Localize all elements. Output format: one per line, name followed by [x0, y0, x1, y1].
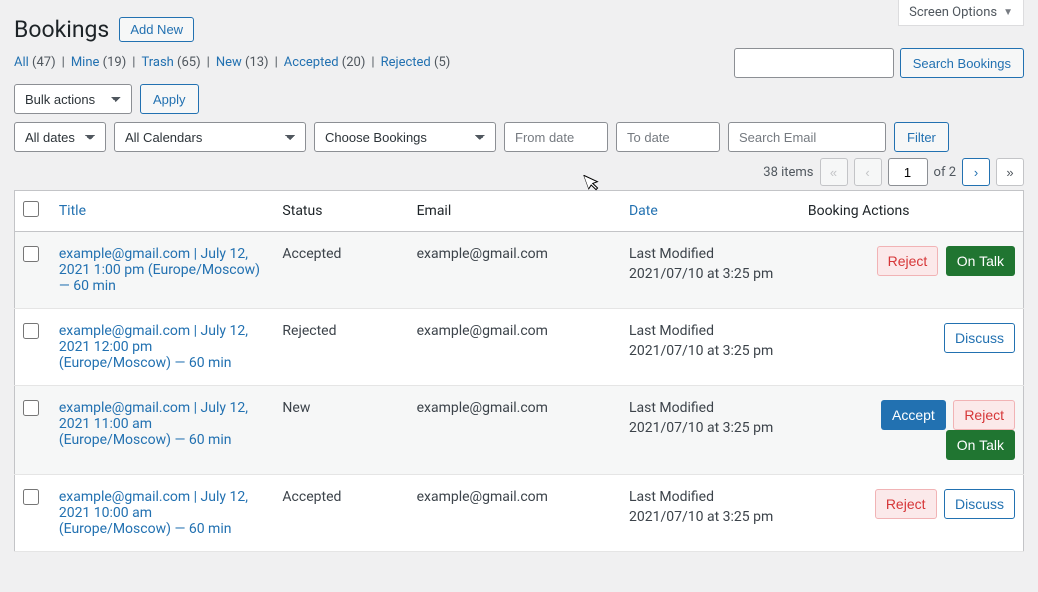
search-email-input[interactable]: [728, 122, 886, 152]
from-date-input[interactable]: [504, 122, 608, 152]
filter-button[interactable]: Filter: [894, 122, 949, 152]
bulk-actions-select[interactable]: Bulk actions: [14, 84, 132, 114]
date-label: Last Modified: [629, 246, 714, 262]
screen-options-toggle[interactable]: Screen Options ▼: [898, 0, 1024, 26]
view-new-link[interactable]: New (13): [216, 55, 269, 70]
first-page-button[interactable]: «: [820, 158, 848, 186]
add-new-button[interactable]: Add New: [119, 17, 194, 42]
col-date[interactable]: Date: [621, 191, 800, 232]
view-all-link[interactable]: All (47): [14, 55, 56, 70]
caret-down-icon: ▼: [1003, 7, 1013, 18]
page-of-text: of 2: [934, 165, 956, 180]
col-title[interactable]: Title: [51, 191, 275, 232]
booking-email: example@gmail.com: [409, 475, 621, 552]
on-talk-button[interactable]: On Talk: [946, 246, 1015, 276]
calendar-filter-select[interactable]: All Calendars: [114, 122, 306, 152]
date-value: 2021/07/10 at 3:25 pm: [629, 266, 792, 282]
date-label: Last Modified: [629, 323, 714, 339]
prev-page-button[interactable]: ‹: [854, 158, 882, 186]
booking-title-link[interactable]: example@gmail.com | July 12, 2021 12:00 …: [59, 323, 248, 371]
booking-title-link[interactable]: example@gmail.com | July 12, 2021 10:00 …: [59, 489, 248, 537]
booking-email: example@gmail.com: [409, 232, 621, 309]
view-accepted-link[interactable]: Accepted (20): [284, 55, 366, 70]
booking-email: example@gmail.com: [409, 386, 621, 475]
search-bookings-input[interactable]: [734, 48, 894, 78]
booking-title-link[interactable]: example@gmail.com | July 12, 2021 1:00 p…: [59, 246, 260, 294]
col-email: Email: [409, 191, 621, 232]
page-title: Bookings: [14, 16, 109, 43]
date-label: Last Modified: [629, 489, 714, 505]
row-checkbox[interactable]: [23, 400, 39, 416]
current-page-input[interactable]: [888, 158, 928, 186]
table-row: example@gmail.com | July 12, 2021 11:00 …: [15, 386, 1024, 475]
table-row: example@gmail.com | July 12, 2021 10:00 …: [15, 475, 1024, 552]
screen-options-label: Screen Options: [909, 5, 997, 20]
accept-button[interactable]: Accept: [881, 400, 946, 430]
reject-button[interactable]: Reject: [877, 246, 939, 276]
col-actions: Booking Actions: [800, 191, 1024, 232]
next-page-button[interactable]: ›: [962, 158, 990, 186]
row-checkbox[interactable]: [23, 489, 39, 505]
bookings-filter-select[interactable]: Choose Bookings: [314, 122, 496, 152]
to-date-input[interactable]: [616, 122, 720, 152]
search-bookings-button[interactable]: Search Bookings: [900, 48, 1024, 78]
booking-status: New: [274, 386, 408, 475]
apply-bulk-button[interactable]: Apply: [140, 84, 199, 114]
reject-button[interactable]: Reject: [953, 400, 1015, 430]
col-status: Status: [274, 191, 408, 232]
select-all-checkbox[interactable]: [23, 201, 39, 217]
items-count: 38 items: [763, 165, 813, 180]
date-value: 2021/07/10 at 3:25 pm: [629, 509, 792, 525]
reject-button[interactable]: Reject: [875, 489, 937, 519]
date-label: Last Modified: [629, 400, 714, 416]
booking-title-link[interactable]: example@gmail.com | July 12, 2021 11:00 …: [59, 400, 248, 448]
row-checkbox[interactable]: [23, 323, 39, 339]
discuss-button[interactable]: Discuss: [944, 323, 1015, 353]
booking-status: Rejected: [274, 309, 408, 386]
table-row: example@gmail.com | July 12, 2021 1:00 p…: [15, 232, 1024, 309]
view-trash-link[interactable]: Trash (65): [141, 55, 200, 70]
booking-email: example@gmail.com: [409, 309, 621, 386]
table-row: example@gmail.com | July 12, 2021 12:00 …: [15, 309, 1024, 386]
date-value: 2021/07/10 at 3:25 pm: [629, 420, 792, 436]
last-page-button[interactable]: »: [996, 158, 1024, 186]
row-checkbox[interactable]: [23, 246, 39, 262]
view-rejected-link[interactable]: Rejected (5): [381, 55, 451, 70]
discuss-button[interactable]: Discuss: [944, 489, 1015, 519]
booking-status: Accepted: [274, 475, 408, 552]
booking-status: Accepted: [274, 232, 408, 309]
date-value: 2021/07/10 at 3:25 pm: [629, 343, 792, 359]
view-mine-link[interactable]: Mine (19): [71, 55, 126, 70]
on-talk-button[interactable]: On Talk: [946, 430, 1015, 460]
date-filter-select[interactable]: All dates: [14, 122, 106, 152]
bookings-table: Title Status Email Date Booking Actions …: [14, 190, 1024, 552]
